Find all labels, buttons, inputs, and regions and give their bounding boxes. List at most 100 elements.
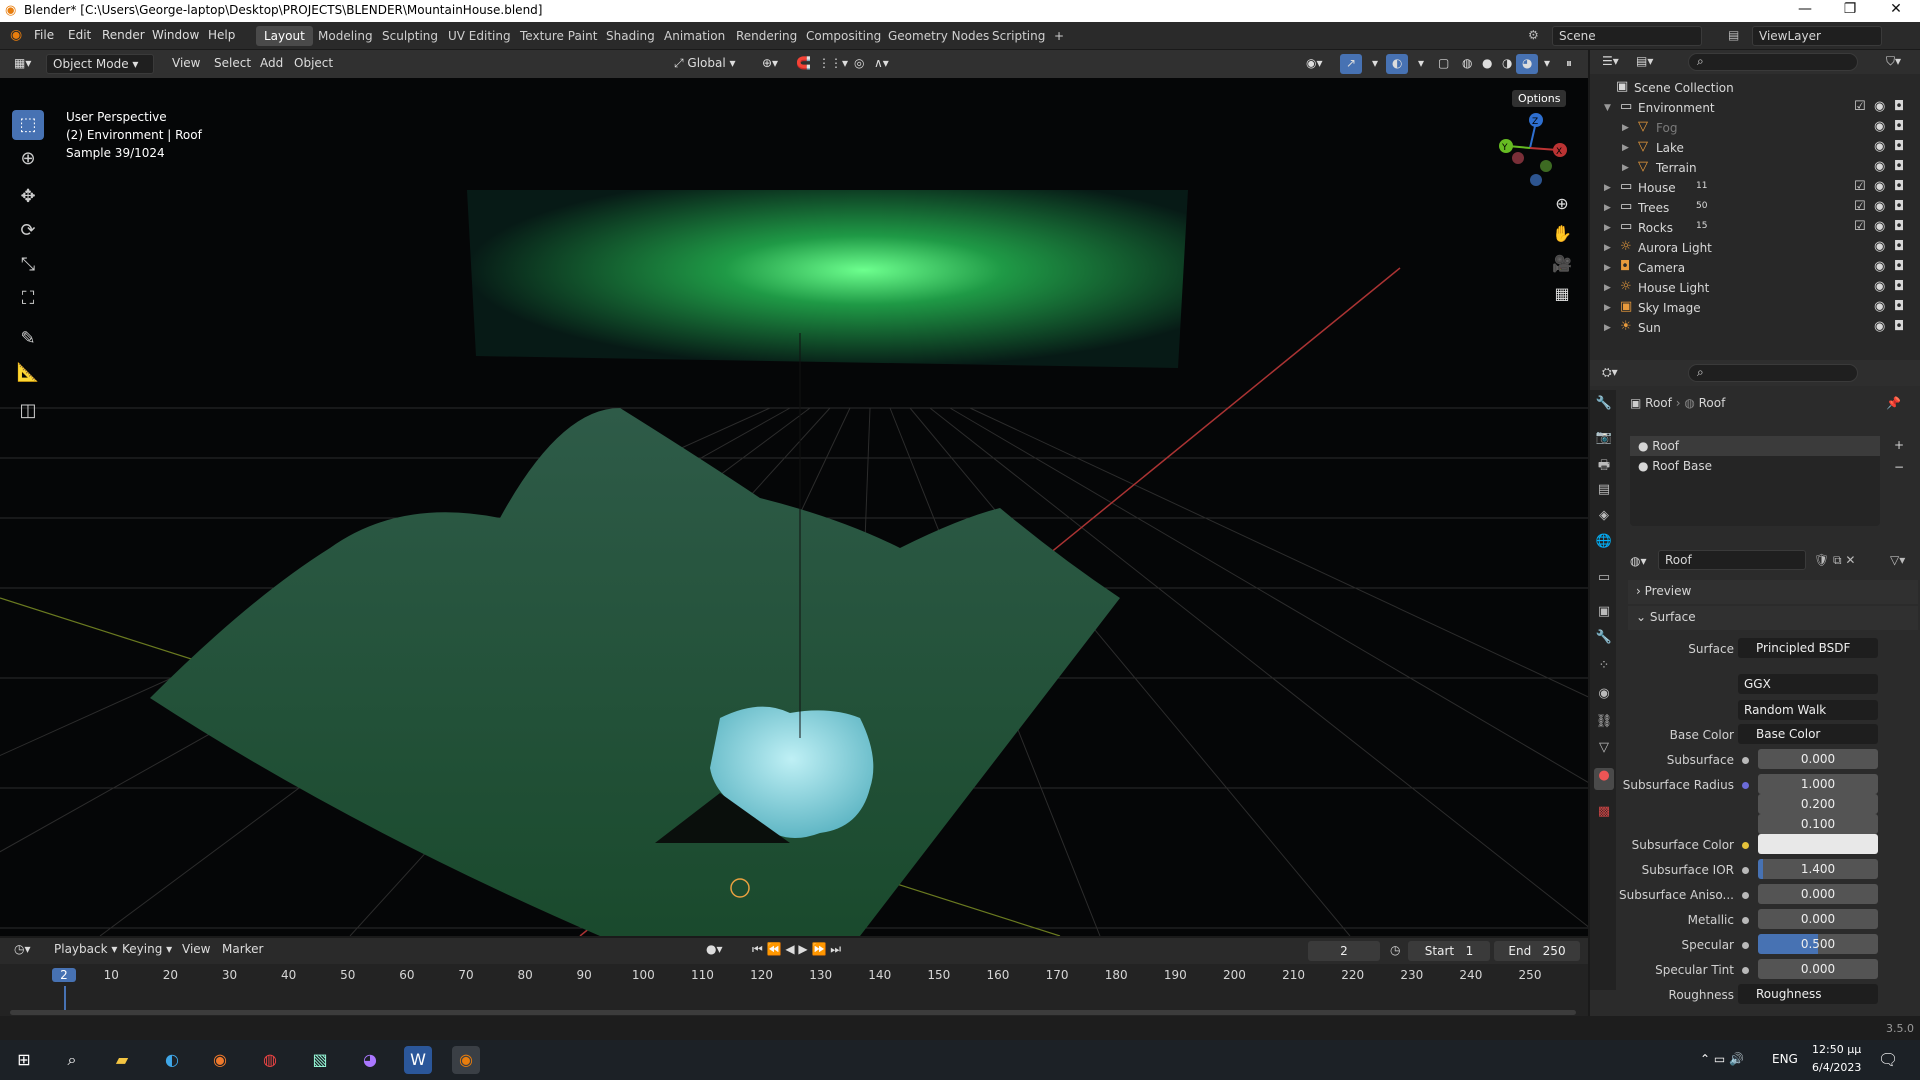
outliner-item[interactable]: ▶ ▭ Trees 50 ☑ ◉ ◘: [1590, 198, 1920, 218]
mode-selector[interactable]: Object Mode ▾: [46, 54, 154, 74]
link-dropdown-icon[interactable]: ▽▾: [1890, 553, 1905, 567]
visibility-eye-icon[interactable]: ◉: [1874, 239, 1885, 254]
property-value-field[interactable]: Base Color: [1738, 724, 1878, 744]
render-camera-icon[interactable]: ◘: [1894, 159, 1904, 174]
minimize-icon[interactable]: —: [1795, 1, 1815, 17]
expand-arrow-icon[interactable]: ▶: [1604, 203, 1611, 213]
tab-modeling[interactable]: Modeling: [310, 26, 381, 46]
property-value-field[interactable]: 0.200: [1758, 794, 1878, 814]
annotate-tool-icon[interactable]: ✎: [12, 324, 44, 354]
exclude-checkbox[interactable]: ☑: [1854, 99, 1866, 114]
expand-arrow-icon[interactable]: ▶: [1604, 243, 1611, 253]
falloff-icon[interactable]: ∧▾: [868, 54, 895, 74]
tab-sculpting[interactable]: Sculpting: [374, 26, 446, 46]
expand-arrow-icon[interactable]: ▶: [1604, 323, 1611, 333]
expand-arrow-icon[interactable]: ▶: [1622, 143, 1629, 153]
material-slot-item[interactable]: ● Roof Base: [1630, 456, 1880, 476]
scene-tab-icon[interactable]: ◈: [1594, 508, 1614, 530]
menu-playback[interactable]: Playback ▾: [48, 940, 123, 960]
render-camera-icon[interactable]: ◘: [1894, 259, 1904, 274]
edge-icon[interactable]: ◐: [158, 1046, 186, 1074]
tab-animation[interactable]: Animation: [656, 26, 733, 46]
outliner-item[interactable]: ▼ ▭ Environment ☑ ◉ ◘: [1590, 98, 1920, 118]
expand-arrow-icon[interactable]: ▶: [1604, 223, 1611, 233]
render-camera-icon[interactable]: ◘: [1894, 179, 1904, 194]
word-icon[interactable]: W: [404, 1046, 432, 1074]
file-explorer-icon[interactable]: ▰: [108, 1046, 136, 1074]
tab-texture-paint[interactable]: Texture Paint: [512, 26, 605, 46]
visibility-eye-icon[interactable]: ◉: [1874, 279, 1885, 294]
outliner-item[interactable]: ▶ ☼ House Light ◉ ◘: [1590, 278, 1920, 298]
socket-dot[interactable]: [1742, 842, 1749, 849]
render-camera-icon[interactable]: ◘: [1894, 219, 1904, 234]
expand-arrow-icon[interactable]: ▶: [1604, 303, 1611, 313]
playback-controls[interactable]: ⏮ ⏪ ◀ ▶ ⏩ ⏭: [746, 940, 847, 960]
add-workspace-button[interactable]: +: [1046, 26, 1072, 46]
render-camera-icon[interactable]: ◘: [1894, 139, 1904, 154]
menu-window[interactable]: Window: [152, 28, 199, 42]
chrome-icon[interactable]: ◍: [256, 1046, 284, 1074]
surface-shader-field[interactable]: Principled BSDF: [1738, 638, 1878, 658]
maximize-icon[interactable]: ❐: [1840, 1, 1860, 17]
visibility-eye-icon[interactable]: ◉: [1874, 199, 1885, 214]
menu-help[interactable]: Help: [208, 28, 235, 42]
property-value-field[interactable]: 0.000: [1758, 884, 1878, 904]
property-value-field[interactable]: [1758, 834, 1878, 854]
socket-dot[interactable]: [1742, 942, 1749, 949]
property-value-field[interactable]: 1.400: [1758, 859, 1878, 879]
render-camera-icon[interactable]: ◘: [1894, 99, 1904, 114]
menu-view[interactable]: View: [166, 54, 206, 74]
property-value-field[interactable]: 1.000: [1758, 774, 1878, 794]
exclude-checkbox[interactable]: ☑: [1854, 179, 1866, 194]
tab-geometry-nodes[interactable]: Geometry Nodes: [880, 26, 997, 46]
close-icon[interactable]: ✕: [1886, 1, 1906, 17]
select-box-tool-icon[interactable]: ⬚: [12, 110, 44, 140]
fake-user-icon[interactable]: 🛡 ⧉ ✕: [1814, 553, 1856, 568]
view-layer-selector[interactable]: ViewLayer: [1752, 26, 1882, 46]
rotate-tool-icon[interactable]: ⟳: [12, 216, 44, 246]
measure-tool-icon[interactable]: 📐: [12, 358, 44, 388]
visibility-eye-icon[interactable]: ◉: [1874, 179, 1885, 194]
ortho-grid-icon[interactable]: ▦: [1550, 282, 1574, 306]
transform-tool-icon[interactable]: ⛶: [12, 284, 44, 314]
world-tab-icon[interactable]: 🌐: [1594, 534, 1614, 556]
exclude-checkbox[interactable]: ☑: [1854, 199, 1866, 214]
firefox-icon[interactable]: ◉: [206, 1046, 234, 1074]
menu-add[interactable]: Add: [254, 54, 289, 74]
material-slot-item[interactable]: ● Roof: [1630, 436, 1880, 456]
outliner-item[interactable]: ▶ ▽ Lake ◉ ◘: [1590, 138, 1920, 158]
menu-select[interactable]: Select: [208, 54, 257, 74]
overlays-dropdown-icon[interactable]: ▾: [1412, 54, 1430, 74]
zoom-icon[interactable]: ⊕: [1550, 192, 1574, 216]
expand-arrow-icon[interactable]: ▶: [1604, 283, 1611, 293]
end-frame-field[interactable]: End 250: [1494, 941, 1580, 961]
visibility-eye-icon[interactable]: ◉: [1874, 159, 1885, 174]
render-camera-icon[interactable]: ◘: [1894, 199, 1904, 214]
add-cube-tool-icon[interactable]: ◫: [12, 396, 44, 426]
menu-edit[interactable]: Edit: [68, 28, 91, 42]
outliner-item[interactable]: ▶ ▭ Rocks 15 ☑ ◉ ◘: [1590, 218, 1920, 238]
filter-icon[interactable]: ⛉▾: [1886, 54, 1901, 69]
view-layer-tab-icon[interactable]: ▤: [1594, 482, 1614, 504]
outliner-item[interactable]: ▶ ☼ Aurora Light ◉ ◘: [1590, 238, 1920, 258]
clock-time[interactable]: 12:50 μμ: [1812, 1043, 1861, 1056]
menu-marker[interactable]: Marker: [216, 940, 269, 960]
notepad-icon[interactable]: ▧: [306, 1046, 334, 1074]
visibility-eye-icon[interactable]: ◉: [1874, 319, 1885, 334]
gizmo-toggle-icon[interactable]: ↗: [1340, 54, 1363, 74]
blender-taskbar-icon[interactable]: ◉: [452, 1046, 480, 1074]
property-value-field[interactable]: 0.100: [1758, 814, 1878, 834]
add-slot-icon[interactable]: +: [1894, 438, 1904, 452]
remove-slot-icon[interactable]: −: [1894, 460, 1904, 474]
menu-timeline-view[interactable]: View: [176, 940, 216, 960]
outliner-item[interactable]: ▶ ▽ Terrain ◉ ◘: [1590, 158, 1920, 178]
shading-rendered-icon[interactable]: ◕: [1516, 54, 1539, 74]
material-name-field[interactable]: Roof: [1658, 550, 1806, 570]
overlays-icon[interactable]: ◐: [1386, 54, 1409, 74]
outliner-scene-collection[interactable]: ▣ Scene Collection: [1590, 78, 1920, 98]
render-camera-icon[interactable]: ◘: [1894, 299, 1904, 314]
timeline-editor-icon[interactable]: ◷▾: [8, 940, 37, 960]
menu-render[interactable]: Render: [102, 28, 145, 42]
visibility-eye-icon[interactable]: ◉: [1874, 99, 1885, 114]
collection-tab-icon[interactable]: ▭: [1594, 570, 1614, 592]
